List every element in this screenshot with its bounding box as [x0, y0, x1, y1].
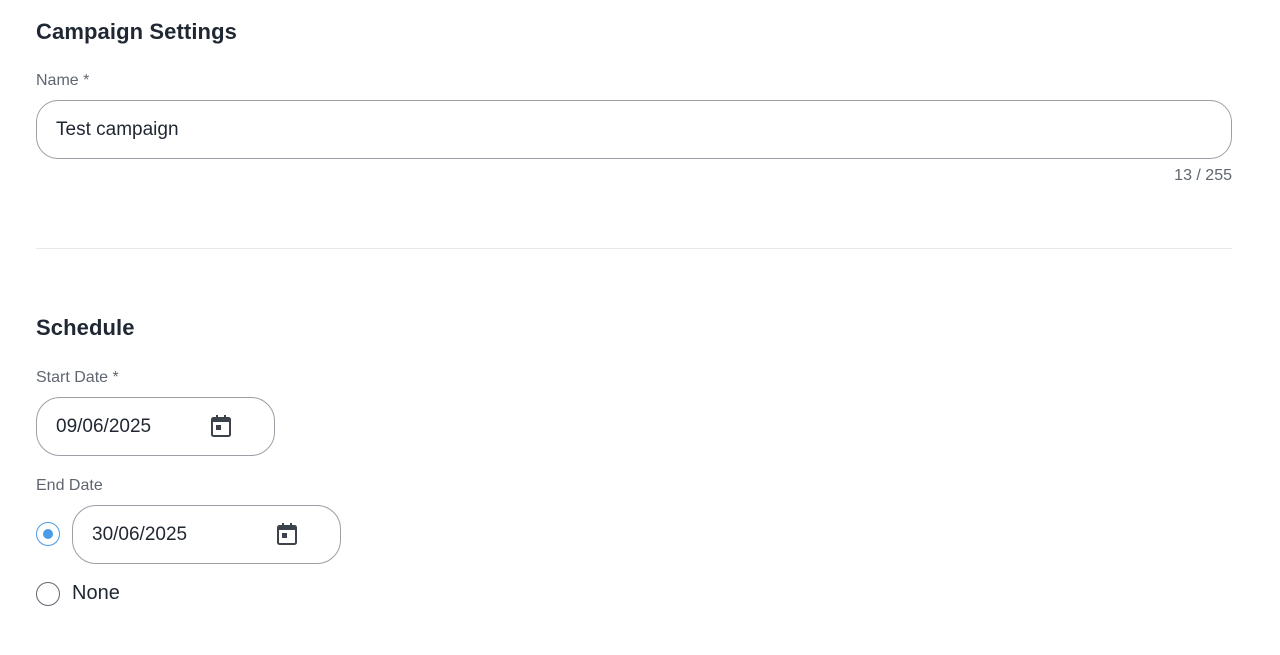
name-char-counter: 13 / 255 [1174, 167, 1232, 184]
calendar-icon[interactable] [210, 415, 232, 437]
start-date-label: Start Date * [36, 369, 119, 386]
start-date-value: 09/06/2025 [56, 415, 152, 437]
name-label: Name * [36, 72, 90, 89]
end-date-value: 30/06/2025 [92, 523, 188, 545]
section-divider [36, 248, 1232, 249]
none-radio[interactable] [36, 582, 60, 606]
end-date-label: End Date [36, 477, 103, 494]
none-radio-label[interactable]: None [72, 582, 120, 605]
schedule-title: Schedule [36, 315, 135, 340]
campaign-settings-form: Campaign Settings Name * Test campaign 1… [0, 0, 1280, 655]
calendar-icon[interactable] [276, 523, 298, 545]
campaign-settings-title: Campaign Settings [36, 19, 237, 44]
start-date-input[interactable]: 09/06/2025 [36, 397, 275, 456]
end-date-input[interactable]: 30/06/2025 [72, 505, 341, 564]
name-input-value: Test campaign [56, 118, 179, 140]
name-input[interactable]: Test campaign [36, 100, 1232, 159]
end-date-radio[interactable] [36, 522, 60, 546]
